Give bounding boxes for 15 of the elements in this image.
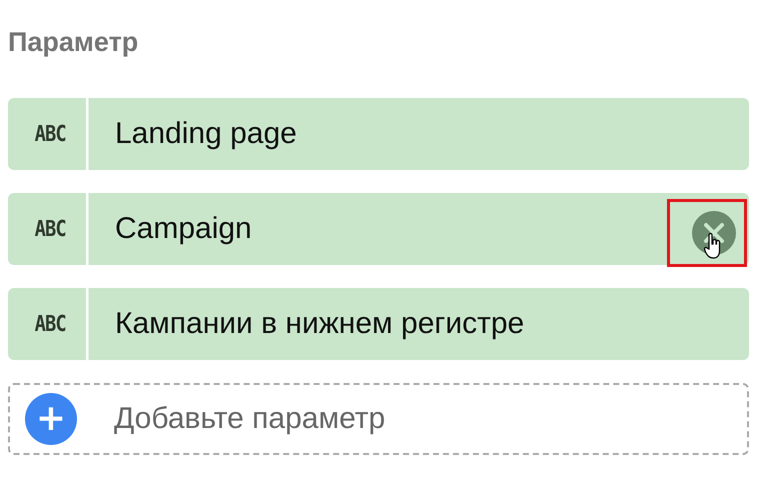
section-title: Параметр bbox=[8, 26, 140, 59]
parameter-name: Campaign bbox=[114, 211, 252, 247]
parameter-name: Кампании в нижнем регистре bbox=[114, 306, 524, 342]
parameter-chip[interactable]: ABC Landing page bbox=[8, 98, 749, 170]
close-icon bbox=[703, 222, 725, 244]
parameter-name: Landing page bbox=[114, 116, 297, 152]
type-label: ABC bbox=[14, 98, 88, 170]
parameter-chip[interactable]: ABC Кампании в нижнем регистре bbox=[8, 288, 749, 360]
type-label: ABC bbox=[14, 288, 88, 360]
hand-cursor-icon bbox=[704, 233, 722, 259]
add-parameter-label: Добавьте параметр bbox=[114, 402, 386, 436]
parameter-chip[interactable]: ABC Campaign bbox=[8, 193, 749, 265]
add-parameter-field[interactable]: + Добавьте параметр bbox=[8, 383, 749, 455]
add-button[interactable]: + bbox=[25, 393, 77, 445]
type-label: ABC bbox=[14, 193, 88, 265]
